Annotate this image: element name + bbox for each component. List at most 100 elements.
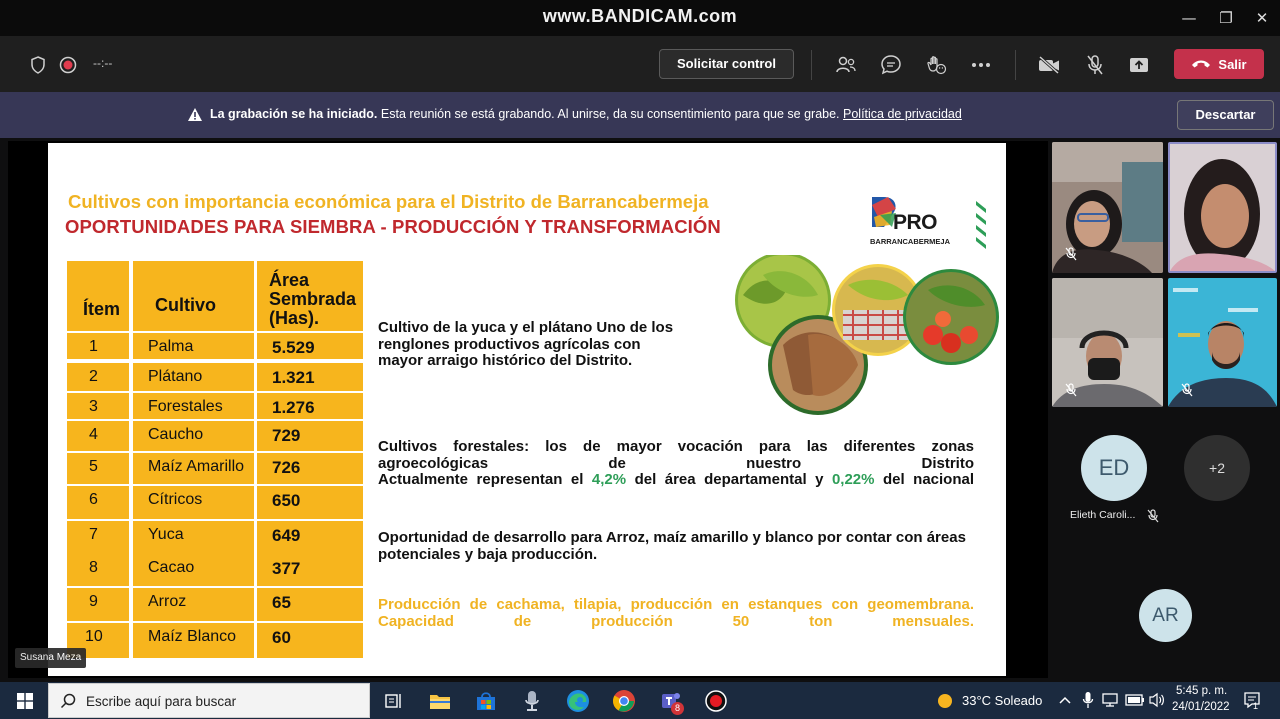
table-cell-area: 65 [257, 588, 363, 621]
forestales-text-1: Actualmente representan el [378, 471, 592, 488]
teams-notification-badge: 8 [671, 702, 684, 715]
more-participants-button[interactable]: +2 [1184, 435, 1250, 501]
voice-recorder-icon[interactable] [519, 688, 545, 714]
recording-notice: La grabación se ha iniciado. Esta reunió… [210, 107, 962, 121]
windows-taskbar: Escribe aquí para buscar 8 33°C Soleado [0, 682, 1280, 719]
bandicam-watermark: www.BANDICAM.com [542, 6, 738, 26]
participant-video-4[interactable] [1168, 278, 1277, 407]
search-placeholder: Escribe aquí para buscar [86, 694, 237, 709]
network-icon[interactable] [1101, 692, 1119, 708]
file-explorer-icon[interactable] [427, 688, 453, 714]
forestales-text-3: del nacional [874, 471, 975, 488]
table-cell-item: 1 [67, 333, 129, 359]
recording-notice-title: La grabación se ha iniciado. [210, 107, 378, 121]
table-cell-crop: Palma [133, 333, 254, 359]
paragraph-forestales-a: Cultivos forestales: los de mayor vocaci… [378, 438, 974, 472]
table-cell-area: 650 [257, 486, 363, 519]
clock-date[interactable]: 24/01/2022 [1172, 701, 1230, 713]
chrome-browser-icon[interactable] [611, 688, 637, 714]
meeting-timer: --:-- [93, 56, 113, 70]
table-header-area: Área Sembrada (Has). [257, 261, 363, 331]
warning-icon [187, 107, 203, 122]
green-stripes-decoration [974, 201, 988, 249]
table-cell-area: 60 [257, 623, 363, 658]
table-cell-crop: Maíz Amarillo [133, 453, 254, 484]
notification-center-icon[interactable]: 1 [1243, 691, 1261, 711]
table-cell-item: 9 [67, 588, 129, 621]
maximize-button[interactable]: ❐ [1211, 6, 1241, 30]
participants-icon[interactable] [833, 52, 859, 78]
share-screen-icon[interactable] [1126, 52, 1152, 78]
search-icon [60, 693, 76, 709]
presentation-slide: Cultivos con importancia económica para … [48, 143, 1006, 676]
participant-video-1[interactable] [1052, 142, 1163, 273]
table-cell-item: 2 [67, 363, 129, 391]
logo-subtext: BARRANCABERMEJA [870, 237, 951, 246]
dismiss-button[interactable]: Descartar [1177, 100, 1274, 130]
paragraph-yuca-platano: Cultivo de la yuca y el plátano Uno de l… [378, 319, 674, 369]
table-cell-item: 8 [67, 554, 129, 586]
leave-label: Salir [1218, 56, 1247, 72]
leave-meeting-button[interactable]: Salir [1174, 49, 1264, 79]
bandicam-icon[interactable] [703, 688, 729, 714]
table-cell-area: 5.529 [257, 333, 363, 359]
chat-icon[interactable] [878, 52, 904, 78]
toolbar-divider [1015, 50, 1016, 80]
slide-title: Cultivos con importancia económica para … [68, 191, 709, 212]
table-cell-item: 3 [67, 393, 129, 419]
mic-off-icon [1178, 381, 1196, 399]
minimize-button[interactable]: — [1174, 6, 1204, 30]
paragraph-piscicultura: Producción de cachama, tilapia, producci… [378, 596, 974, 630]
toolbar-divider [811, 50, 812, 80]
volume-icon[interactable] [1148, 692, 1166, 708]
table-cell-area: 1.276 [257, 393, 363, 419]
participant-video-3[interactable] [1052, 278, 1163, 407]
weather-text[interactable]: 33°C Soleado [962, 693, 1042, 708]
request-control-button[interactable]: Solicitar control [659, 49, 794, 79]
participant-avatar-ar[interactable]: AR [1139, 589, 1192, 642]
pct-nacional: 0,22% [831, 471, 875, 488]
reactions-icon[interactable] [923, 52, 949, 78]
phone-hangup-icon [1191, 59, 1211, 69]
table-header-item: Ítem [67, 261, 129, 331]
mic-off-icon [1062, 245, 1080, 263]
edge-browser-icon[interactable] [565, 688, 591, 714]
windows-start-icon[interactable] [17, 693, 33, 709]
taskbar-search-box[interactable]: Escribe aquí para buscar [48, 683, 370, 718]
mic-off-icon[interactable] [1082, 52, 1108, 78]
more-options-icon[interactable] [968, 52, 994, 78]
forestales-text-2: del área departamental y [626, 471, 832, 488]
participant-video-active-speaker[interactable] [1168, 142, 1277, 273]
participant-avatar-ed[interactable]: ED [1081, 435, 1147, 501]
table-cell-crop: Forestales [133, 393, 254, 419]
pro-barrancabermeja-logo: PRO BARRANCABERMEJA [870, 195, 950, 251]
notification-count: 1 [1253, 701, 1259, 711]
slide-subtitle: OPORTUNIDADES PARA SIEMBRA - PRODUCCIÓN … [65, 216, 721, 237]
table-cell-crop: Cacao [133, 554, 254, 586]
table-cell-crop: Yuca [133, 521, 254, 554]
table-cell-area: 726 [257, 453, 363, 484]
microsoft-store-icon[interactable] [473, 688, 499, 714]
close-window-button[interactable]: ✕ [1247, 6, 1277, 30]
crops-photo-collage [733, 255, 1003, 415]
chevron-up-icon[interactable] [1058, 694, 1072, 706]
clock-time[interactable]: 5:45 p. m. [1176, 685, 1227, 697]
table-cell-crop: Maíz Blanco [133, 623, 254, 658]
table-cell-crop: Caucho [133, 421, 254, 451]
table-cell-crop: Cítricos [133, 486, 254, 519]
privacy-policy-link[interactable]: Política de privacidad [843, 107, 962, 121]
table-cell-area: 729 [257, 421, 363, 451]
mic-off-icon [1144, 507, 1162, 525]
table-cell-item: 6 [67, 486, 129, 519]
recording-icon [55, 52, 81, 78]
pct-departamental: 4,2% [591, 471, 627, 488]
battery-icon[interactable] [1125, 694, 1145, 706]
camera-off-icon[interactable] [1036, 52, 1062, 78]
microphone-icon[interactable] [1082, 691, 1094, 709]
paragraph-arroz: Oportunidad de desarrollo para Arroz, ma… [378, 529, 966, 563]
logo-text: PRO [893, 211, 938, 234]
task-view-icon[interactable] [381, 688, 407, 714]
sun-weather-icon[interactable] [936, 692, 954, 710]
shield-icon[interactable] [25, 52, 51, 78]
teams-app-icon[interactable]: 8 [657, 688, 684, 715]
